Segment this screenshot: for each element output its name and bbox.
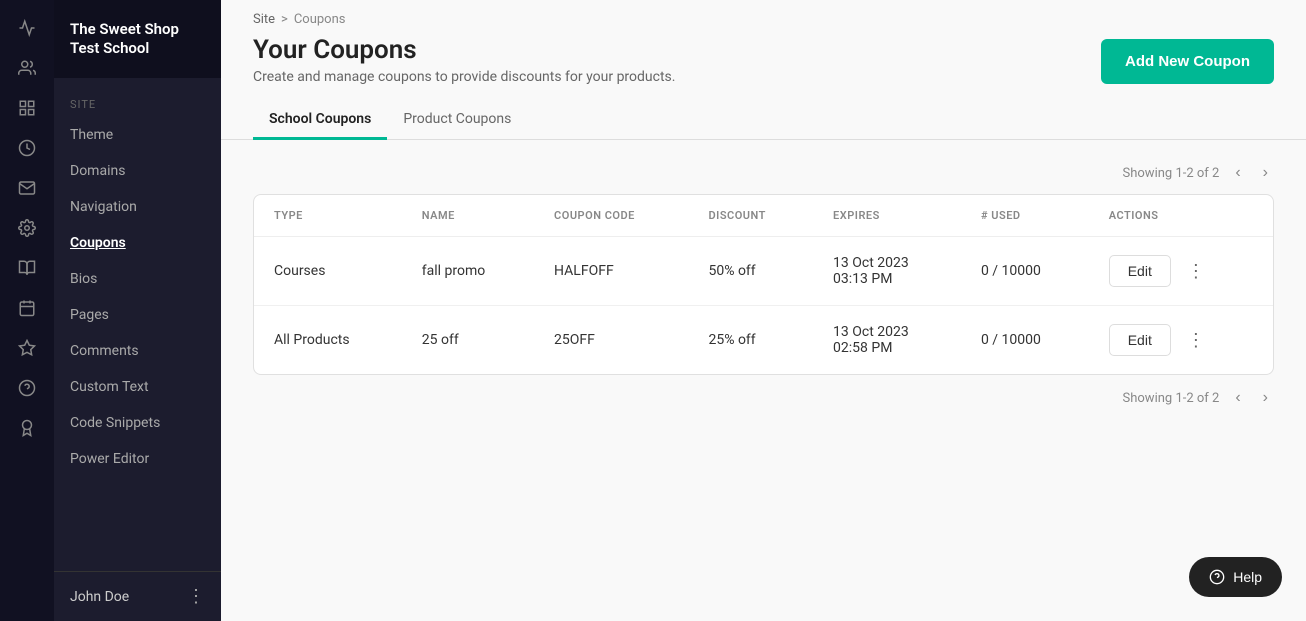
coupons-table: TYPE NAME COUPON CODE DISCOUNT EXPIRES #… (254, 195, 1273, 374)
sidebar-item-label: Custom Text (70, 379, 149, 395)
integrations-icon[interactable] (9, 330, 45, 366)
col-expires: EXPIRES (813, 195, 961, 237)
sidebar-item-pages[interactable]: Pages (54, 297, 221, 333)
help-label: Help (1233, 569, 1262, 585)
cell-used: 0 / 10000 (961, 306, 1089, 375)
users-icon[interactable] (9, 50, 45, 86)
help-circle-icon (1209, 569, 1225, 585)
cell-discount: 50% off (688, 237, 813, 306)
breadcrumb-separator: > (281, 12, 288, 27)
cell-expires: 13 Oct 202303:13 PM (813, 237, 961, 306)
col-coupon-code: COUPON CODE (534, 195, 688, 237)
analytics-icon[interactable] (9, 10, 45, 46)
prev-page-button[interactable]: ‹ (1229, 162, 1246, 184)
more-options-button[interactable]: ⋮ (1179, 257, 1213, 286)
breadcrumb-current: Coupons (294, 12, 346, 27)
bottom-next-page-button[interactable]: › (1257, 387, 1274, 409)
cell-expires: 13 Oct 202302:58 PM (813, 306, 961, 375)
sidebar-item-theme[interactable]: Theme (54, 117, 221, 153)
more-options-button[interactable]: ⋮ (1179, 326, 1213, 355)
sidebar-item-label: Coupons (70, 235, 126, 251)
sidebar-left (0, 0, 54, 621)
bottom-prev-page-button[interactable]: ‹ (1229, 387, 1246, 409)
col-type: TYPE (254, 195, 402, 237)
tab-school-coupons[interactable]: School Coupons (253, 101, 387, 140)
sidebar-right: The Sweet Shop Test School SITE Theme Do… (54, 0, 221, 621)
tab-product-coupons[interactable]: Product Coupons (387, 101, 527, 140)
table-top-info: Showing 1-2 of 2 ‹ › (253, 156, 1274, 194)
sidebar-item-power-editor[interactable]: Power Editor (54, 441, 221, 477)
sidebar-item-code-snippets[interactable]: Code Snippets (54, 405, 221, 441)
cell-type: Courses (254, 237, 402, 306)
calendar-icon[interactable] (9, 290, 45, 326)
sidebar-item-coupons[interactable]: Coupons (54, 225, 221, 261)
cell-name: fall promo (402, 237, 534, 306)
edit-button[interactable]: Edit (1109, 255, 1171, 287)
page-title-area: Your Coupons Create and manage coupons t… (253, 35, 675, 85)
sidebar-item-label: Theme (70, 127, 113, 143)
sidebar-section-label: SITE (54, 86, 221, 117)
sidebar-item-comments[interactable]: Comments (54, 333, 221, 369)
breadcrumb: Site > Coupons (221, 0, 1306, 31)
revenue-icon[interactable] (9, 130, 45, 166)
page-title: Your Coupons (253, 35, 675, 65)
footer-username: John Doe (70, 589, 129, 605)
certificate-icon[interactable] (9, 410, 45, 446)
sidebar-footer[interactable]: John Doe ⋮ (54, 571, 221, 621)
sidebar-item-label: Bios (70, 271, 97, 287)
breadcrumb-site[interactable]: Site (253, 12, 275, 27)
bottom-showing-label: Showing 1-2 of 2 (1123, 391, 1220, 406)
sidebar-item-label: Domains (70, 163, 125, 179)
sidebar-item-label: Comments (70, 343, 139, 359)
help-button[interactable]: Help (1189, 557, 1282, 597)
main-content: Site > Coupons Your Coupons Create and m… (221, 0, 1306, 621)
coupons-table-container: TYPE NAME COUPON CODE DISCOUNT EXPIRES #… (253, 194, 1274, 375)
sidebar-nav: SITE Theme Domains Navigation Coupons Bi… (54, 78, 221, 571)
showing-label: Showing 1-2 of 2 (1123, 166, 1220, 181)
cell-coupon-code: HALFOFF (534, 237, 688, 306)
content-area: Showing 1-2 of 2 ‹ › TYPE NAME COUPON CO… (221, 140, 1306, 621)
settings-icon[interactable] (9, 210, 45, 246)
table-bottom-info: Showing 1-2 of 2 ‹ › (253, 375, 1274, 409)
table-row: Courses fall promo HALFOFF 50% off 13 Oc… (254, 237, 1273, 306)
sidebar-item-label: Code Snippets (70, 415, 160, 431)
col-used: # USED (961, 195, 1089, 237)
dashboard-icon[interactable] (9, 90, 45, 126)
table-header-row: TYPE NAME COUPON CODE DISCOUNT EXPIRES #… (254, 195, 1273, 237)
cell-actions: Edit ⋮ (1089, 237, 1273, 306)
sidebar-item-label: Navigation (70, 199, 137, 215)
page-subtitle: Create and manage coupons to provide dis… (253, 69, 675, 85)
col-discount: DISCOUNT (688, 195, 813, 237)
cell-discount: 25% off (688, 306, 813, 375)
sidebar-item-bios[interactable]: Bios (54, 261, 221, 297)
add-coupon-button[interactable]: Add New Coupon (1101, 39, 1274, 84)
tabs: School Coupons Product Coupons (221, 101, 1306, 140)
col-actions: ACTIONS (1089, 195, 1273, 237)
cell-type: All Products (254, 306, 402, 375)
sidebar-item-custom-text[interactable]: Custom Text (54, 369, 221, 405)
app-logo: The Sweet Shop Test School (54, 0, 221, 78)
sidebar-item-navigation[interactable]: Navigation (54, 189, 221, 225)
cell-actions: Edit ⋮ (1089, 306, 1273, 375)
cell-coupon-code: 25OFF (534, 306, 688, 375)
cell-name: 25 off (402, 306, 534, 375)
sidebar-item-label: Pages (70, 307, 109, 323)
edit-button[interactable]: Edit (1109, 324, 1171, 356)
sidebar-item-domains[interactable]: Domains (54, 153, 221, 189)
cell-used: 0 / 10000 (961, 237, 1089, 306)
mail-icon[interactable] (9, 170, 45, 206)
col-name: NAME (402, 195, 534, 237)
footer-more-icon[interactable]: ⋮ (187, 586, 205, 607)
page-header: Your Coupons Create and manage coupons t… (221, 31, 1306, 101)
support-icon[interactable] (9, 370, 45, 406)
next-page-button[interactable]: › (1257, 162, 1274, 184)
table-row: All Products 25 off 25OFF 25% off 13 Oct… (254, 306, 1273, 375)
sidebar-item-label: Power Editor (70, 451, 149, 467)
library-icon[interactable] (9, 250, 45, 286)
